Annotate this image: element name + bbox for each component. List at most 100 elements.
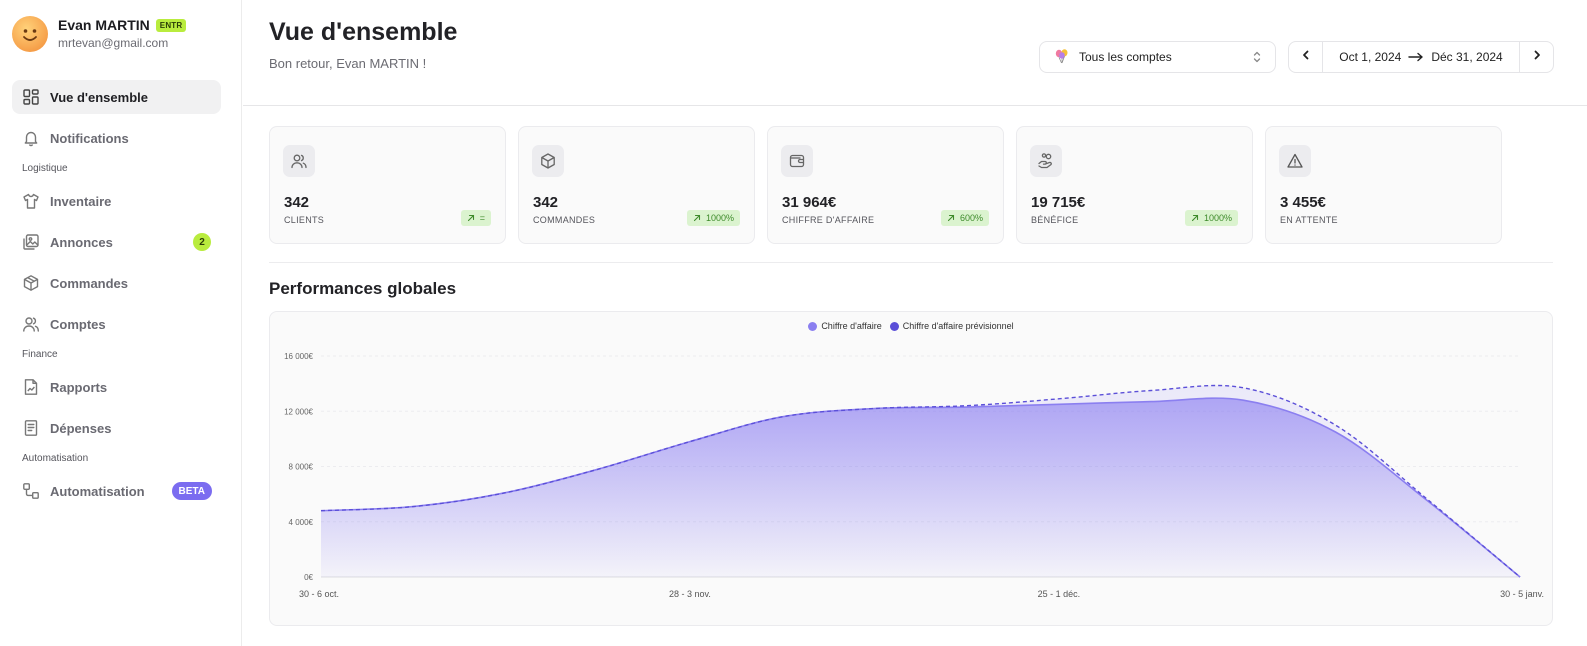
avatar — [12, 16, 48, 52]
kpi-value: 342 — [533, 194, 559, 211]
x-tick-label: 30 - 5 janv. — [1500, 589, 1544, 599]
arrow-up-right-icon — [467, 214, 474, 222]
trend-value: 1000% — [1203, 213, 1232, 223]
x-tick-label: 30 - 6 oct. — [299, 589, 339, 599]
sidebar-item-label: Vue d'ensemble — [50, 89, 148, 105]
date-range-start: Oct 1, 2024 — [1339, 50, 1402, 64]
trend-badge: 1000% — [1184, 210, 1238, 226]
y-tick-label: 4 000€ — [289, 518, 314, 527]
sidebar-item-label: Dépenses — [50, 420, 112, 436]
x-tick-label: 25 - 1 déc. — [1038, 589, 1081, 599]
sidebar-nav: Vue d'ensemble Notifications Logistique … — [12, 80, 221, 515]
kpi-card-clients[interactable]: 342 CLIENTS = — [269, 126, 506, 244]
sidebar-item-annonces[interactable]: Annonces 2 — [12, 225, 221, 259]
kpi-label: CLIENTS — [284, 215, 325, 225]
sidebar-item-label: Automatisation — [50, 483, 145, 499]
x-tick-label: 28 - 3 nov. — [669, 589, 711, 599]
next-period-button[interactable] — [1519, 42, 1553, 72]
sidebar-item-automatisation[interactable]: Automatisation BETA — [12, 474, 221, 508]
previous-period-button[interactable] — [1289, 42, 1323, 72]
sidebar-section-logistique: Logistique — [22, 163, 68, 174]
balloons-icon — [1053, 48, 1071, 67]
chart-file-icon — [21, 377, 41, 397]
sidebar-item-inventaire[interactable]: Inventaire — [12, 184, 221, 218]
chevron-right-icon — [1532, 48, 1542, 66]
kpi-label: CHIFFRE D'AFFAIRE — [782, 215, 875, 225]
kpi-value: 31 964€ — [782, 194, 837, 211]
users-icon — [21, 314, 41, 334]
page-header: Vue d'ensemble Bon retour, Evan MARTIN !… — [243, 0, 1587, 106]
kpi-card-en-attente[interactable]: 3 455€ EN ATTENTE — [1265, 126, 1502, 244]
sidebar-item-label: Inventaire — [50, 193, 112, 209]
section-divider — [269, 262, 1553, 263]
arrow-up-right-icon — [947, 214, 955, 222]
account-select-value: Tous les comptes — [1079, 50, 1172, 64]
trend-value: 600% — [959, 213, 983, 223]
user-profile[interactable]: Evan MARTIN ENTR mrtevan@gmail.com — [12, 16, 187, 52]
package-icon — [532, 145, 564, 177]
sidebar-item-comptes[interactable]: Comptes — [12, 307, 221, 341]
trend-value: = — [479, 213, 485, 223]
y-tick-label: 0€ — [304, 573, 313, 582]
welcome-subtitle: Bon retour, Evan MARTIN ! — [269, 56, 427, 71]
sidebar-section-finance: Finance — [22, 349, 58, 360]
y-tick-label: 8 000€ — [289, 463, 314, 472]
receipt-icon — [21, 418, 41, 438]
trend-value: 1000% — [705, 213, 734, 223]
chevron-left-icon — [1301, 48, 1311, 66]
sidebar-item-label: Rapports — [50, 379, 108, 395]
kpi-label: COMMANDES — [533, 215, 596, 225]
kpi-value: 19 715€ — [1031, 194, 1086, 211]
kpi-label: BÉNÉFICE — [1031, 215, 1079, 225]
arrow-up-right-icon — [1191, 214, 1199, 222]
account-select[interactable]: Tous les comptes — [1039, 41, 1276, 73]
sidebar-item-label: Annonces — [50, 234, 113, 250]
chart-canvas: 0€ 4 000€ 8 000€ 12 000€ 16 000€ 30 - 6 oct. 2… — [284, 352, 1544, 599]
sidebar-item-label: Notifications — [50, 130, 129, 146]
y-tick-label: 12 000€ — [284, 407, 313, 416]
sidebar-item-vue-ensemble[interactable]: Vue d'ensemble — [12, 80, 221, 114]
tshirt-icon — [21, 191, 41, 211]
kpi-label: EN ATTENTE — [1280, 215, 1338, 225]
kpi-card-benefice[interactable]: 19 715€ BÉNÉFICE 1000% — [1016, 126, 1253, 244]
date-range-picker: Oct 1, 2024 Déc 31, 2024 — [1288, 41, 1554, 73]
y-tick-label: 16 000€ — [284, 352, 313, 361]
images-icon — [21, 232, 41, 252]
plan-badge: ENTR — [155, 18, 187, 32]
kpi-card-chiffre-affaire[interactable]: 31 964€ CHIFFRE D'AFFAIRE 600% — [767, 126, 1004, 244]
sidebar: Evan MARTIN ENTR mrtevan@gmail.com Vue d… — [0, 0, 242, 646]
users-icon — [283, 145, 315, 177]
series-area-chiffre-affaire — [321, 398, 1520, 577]
trend-badge: = — [460, 210, 491, 226]
beta-badge: BETA — [171, 482, 212, 500]
date-range-end: Déc 31, 2024 — [1431, 50, 1503, 64]
sidebar-item-label: Comptes — [50, 316, 106, 332]
performance-chart: Chiffre d'affaire Chiffre d'affaire prév… — [269, 311, 1553, 626]
trend-badge: 600% — [940, 210, 989, 226]
user-email: mrtevan@gmail.com — [58, 36, 169, 50]
wallet-icon — [781, 145, 813, 177]
sidebar-section-automatisation: Automatisation — [22, 453, 89, 464]
hand-coins-icon — [1030, 145, 1062, 177]
workflow-icon — [21, 481, 41, 501]
warning-icon — [1279, 145, 1311, 177]
arrow-up-right-icon — [693, 214, 701, 222]
bell-icon — [21, 128, 41, 148]
dashboard-grid-icon — [21, 87, 41, 107]
package-icon — [21, 273, 41, 293]
performance-section-title: Performances globales — [269, 279, 457, 298]
arrow-right-icon — [1408, 52, 1424, 62]
kpi-value: 342 — [284, 194, 310, 211]
kpi-value: 3 455€ — [1280, 194, 1326, 211]
sidebar-item-notifications[interactable]: Notifications — [12, 121, 221, 155]
date-range-display[interactable]: Oct 1, 2024 Déc 31, 2024 — [1323, 50, 1519, 64]
sidebar-item-commandes[interactable]: Commandes — [12, 266, 221, 300]
annonces-count-badge: 2 — [193, 233, 211, 251]
sidebar-item-depenses[interactable]: Dépenses — [12, 411, 221, 445]
page-title: Vue d'ensemble — [269, 18, 458, 46]
user-name: Evan MARTIN — [58, 17, 150, 33]
trend-badge: 1000% — [686, 210, 740, 226]
sidebar-item-label: Commandes — [50, 275, 129, 291]
kpi-card-commandes[interactable]: 342 COMMANDES 1000% — [518, 126, 755, 244]
sidebar-item-rapports[interactable]: Rapports — [12, 370, 221, 404]
